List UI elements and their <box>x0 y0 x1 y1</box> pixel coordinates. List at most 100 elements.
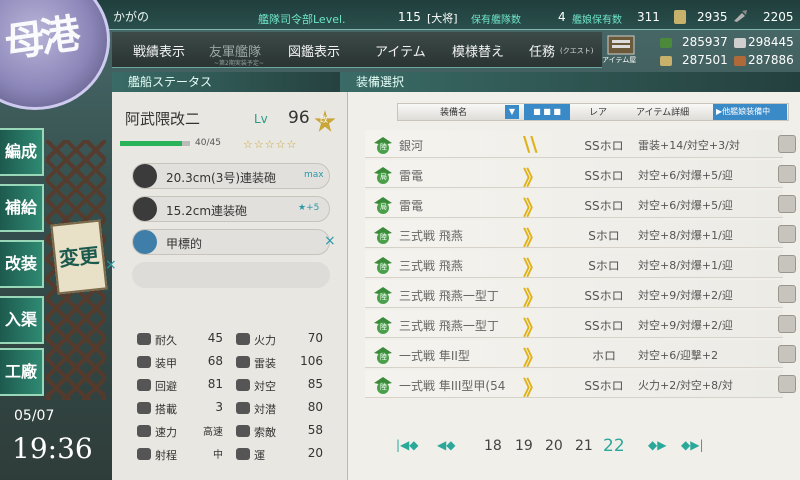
upgrade-arrow-icon: 》 <box>523 346 543 370</box>
stat-label: 索敵 <box>254 426 276 439</box>
devmat-icon <box>734 10 747 22</box>
clock-time: 19:36 <box>12 432 93 465</box>
page-20[interactable]: 20 <box>545 438 563 454</box>
hq-level-label: 艦隊司令部Level. <box>258 13 346 26</box>
hp-text: 40/45 <box>195 138 221 148</box>
equip-slot-3[interactable] <box>132 229 330 255</box>
stat-label: 火力 <box>254 334 276 347</box>
stat-value: 高速 <box>203 427 223 438</box>
stat-value: 81 <box>207 377 223 391</box>
view-toggle-button[interactable]: ■ ■ ■ <box>524 104 570 120</box>
main-gun-icon <box>133 197 157 221</box>
bauxite-icon <box>734 56 746 66</box>
equip-section-title: 装備選択 <box>340 72 800 92</box>
side-resupply[interactable]: 補給 <box>0 184 44 232</box>
side-organize[interactable]: 編成 <box>0 128 44 176</box>
sort-dropdown-icon[interactable]: ▼ <box>505 105 519 119</box>
page-18[interactable]: 18 <box>484 438 502 454</box>
next-page-button[interactable]: ◆▶ <box>648 438 666 452</box>
nav-record[interactable]: 戦績表示 <box>133 41 185 60</box>
nav-friend-fleet-sub: ~第2期実装予定~ <box>214 60 264 67</box>
page-21[interactable]: 21 <box>575 438 593 454</box>
lock-icon[interactable] <box>778 375 796 393</box>
first-page-button[interactable]: |◀◆ <box>396 438 419 452</box>
lock-icon[interactable] <box>778 195 796 213</box>
stat-label: 速力 <box>155 426 177 439</box>
row-type-label: 陸 <box>380 233 387 241</box>
row-equipment-name: 三式戦 飛燕一型丁 <box>399 319 499 333</box>
hp-bar-fill <box>120 141 182 146</box>
row-type-label: 陸 <box>380 323 387 331</box>
lock-icon[interactable] <box>778 165 796 183</box>
game-screen: かがの 艦隊司令部Level. 115 [大将] 保有艦隊数 4 艦娘保有数 3… <box>0 0 800 480</box>
clock-date: 05/07 <box>14 408 55 424</box>
row-rarity: SSホロ <box>584 139 624 153</box>
row-rarity: SSホロ <box>584 319 624 333</box>
armor-stat-icon <box>137 356 151 368</box>
row-rarity: SSホロ <box>584 289 624 303</box>
stat-value: 中 <box>213 450 223 461</box>
upgrade-arrow-icon: 》 <box>523 196 543 220</box>
lock-icon[interactable] <box>778 225 796 243</box>
header-rarity: レア <box>589 108 608 118</box>
nav-quest[interactable]: 任務 <box>529 41 555 60</box>
row-detail: 対空+8/対爆+1/迎 <box>638 259 733 272</box>
upgrade-arrow-icon: 》 <box>523 286 543 310</box>
stat-label: 射程 <box>155 449 177 462</box>
stat-value: 58 <box>307 423 323 437</box>
rarity-stars: ☆☆☆☆☆ <box>243 138 298 151</box>
firepower-stat-icon <box>236 333 250 345</box>
ammo-icon <box>734 38 746 48</box>
equip-slot-4[interactable] <box>132 262 330 288</box>
upgrade-arrow-icon: 》 <box>523 256 543 280</box>
ship-name: 阿武隈改二 <box>125 110 201 128</box>
stat-value: 20 <box>307 446 323 460</box>
nav-album[interactable]: 図鑑表示 <box>288 41 340 60</box>
steel-icon <box>660 56 672 66</box>
evasion-stat-icon <box>137 379 151 391</box>
side-docking[interactable]: 入渠 <box>0 296 44 344</box>
nav-items[interactable]: アイテム <box>375 41 426 60</box>
lock-icon[interactable] <box>778 345 796 363</box>
level-value: 96 <box>288 108 310 128</box>
upgrade-arrow-icon: 》 <box>523 166 543 190</box>
stat-value: 85 <box>307 377 323 391</box>
equip-slot-2-name: 15.2cm連装砲 <box>166 204 248 218</box>
hp-stat-icon <box>137 333 151 345</box>
side-remodel[interactable]: 改装 <box>0 240 44 288</box>
luck-stat-icon <box>236 448 250 460</box>
speed-stat-icon <box>137 425 151 437</box>
row-type-label: 陸 <box>380 263 387 271</box>
lock-icon[interactable] <box>778 135 796 153</box>
asw-stat-icon <box>236 402 250 414</box>
nav-furniture[interactable]: 模様替え <box>452 41 504 60</box>
row-type-label: 陸 <box>380 353 387 361</box>
equip-slot-1-name: 20.3cm(3号)連装砲 <box>166 171 277 185</box>
row-type-label: 局 <box>380 203 387 211</box>
row-rarity: Sホロ <box>588 259 620 273</box>
slot-remove-icon[interactable]: × <box>324 233 336 249</box>
lock-icon[interactable] <box>778 255 796 273</box>
row-equipment-name: 三式戦 飛燕一型丁 <box>399 289 499 303</box>
row-detail: 対空+9/対爆+2/迎 <box>638 319 733 332</box>
unequip-all-icon[interactable]: × <box>105 257 117 273</box>
change-button[interactable]: 変更 <box>50 219 108 295</box>
header-detail: アイテム詳細 <box>636 108 690 118</box>
lock-icon[interactable] <box>778 315 796 333</box>
page-22-current[interactable]: 22 <box>603 436 625 456</box>
steel-value: 287501 <box>682 53 728 67</box>
side-arsenal[interactable]: 工廠 <box>0 348 44 396</box>
admiral-name: かがの <box>113 10 150 24</box>
row-rarity: SSホロ <box>584 199 624 213</box>
upgrade-arrow-icon: 》 <box>523 226 543 250</box>
last-page-button[interactable]: ◆▶| <box>681 438 704 452</box>
stat-label: 運 <box>254 449 265 462</box>
lock-icon[interactable] <box>778 285 796 303</box>
row-equipment-name: 雷電 <box>399 199 424 213</box>
stat-label: 搭載 <box>155 403 177 416</box>
page-19[interactable]: 19 <box>515 438 533 454</box>
prev-page-button[interactable]: ◀◆ <box>437 438 455 452</box>
equip-slot-3-name: 甲標的 <box>166 237 203 251</box>
other-ship-equipped-button[interactable]: ▶他艦娘装備中 <box>713 104 787 120</box>
row-equipment-name: 一式戦 隼II型 <box>399 349 470 363</box>
